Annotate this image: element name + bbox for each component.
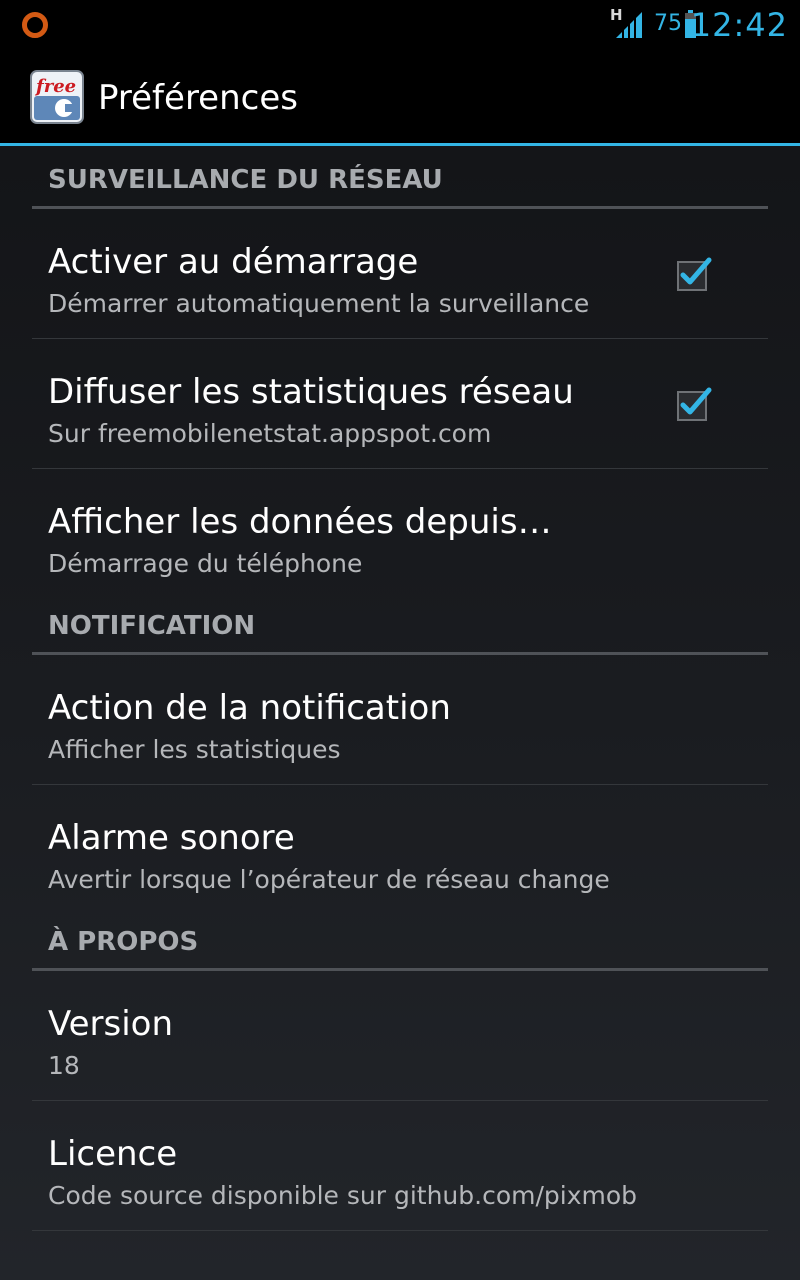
pref-title: Action de la notification	[48, 688, 451, 728]
pref-title: Afficher les données depuis…	[48, 502, 552, 542]
page-title: Préférences	[98, 78, 298, 118]
pref-title: Activer au démarrage	[48, 242, 419, 282]
category-header-notification: NOTIFICATION	[0, 595, 800, 655]
pref-show-data-since[interactable]: Afficher les données depuis… Démarrage d…	[32, 469, 768, 599]
status-bar: H 75 12:42	[0, 0, 800, 50]
pref-summary: Avertir lorsque l’opérateur de réseau ch…	[48, 865, 610, 894]
notification-circle-icon	[22, 12, 48, 38]
free-app-icon[interactable]: free	[30, 70, 84, 124]
signal-icon	[616, 12, 642, 38]
pref-version[interactable]: Version 18	[32, 971, 768, 1101]
category-label: NOTIFICATION	[48, 611, 256, 641]
pref-title: Licence	[48, 1134, 178, 1174]
pref-license[interactable]: Licence Code source disponible sur githu…	[32, 1101, 768, 1231]
action-bar: free Préférences	[0, 50, 800, 146]
pref-title: Diffuser les statistiques réseau	[48, 372, 574, 412]
pref-title: Version	[48, 1004, 174, 1044]
clock: 12:42	[690, 6, 788, 44]
category-header-network: SURVEILLANCE DU RÉSEAU	[0, 149, 800, 209]
pref-notification-action[interactable]: Action de la notification Afficher les s…	[32, 655, 768, 785]
pref-summary: Démarrer automatiquement la surveillance	[48, 289, 590, 318]
pref-summary: Afficher les statistiques	[48, 735, 341, 764]
pref-summary: Code source disponible sur github.com/pi…	[48, 1181, 638, 1210]
pref-title: Alarme sonore	[48, 818, 295, 858]
checkbox-share-statistics[interactable]	[676, 386, 712, 422]
pref-summary: Sur freemobilenetstat.appspot.com	[48, 419, 492, 448]
pref-summary: Démarrage du téléphone	[48, 549, 363, 578]
category-label: SURVEILLANCE DU RÉSEAU	[48, 165, 443, 195]
preference-list: SURVEILLANCE DU RÉSEAU Activer au démarr…	[0, 149, 800, 1231]
pref-sound-alarm[interactable]: Alarme sonore Avertir lorsque l’opérateu…	[32, 785, 768, 915]
pref-activate-on-boot[interactable]: Activer au démarrage Démarrer automatiqu…	[32, 209, 768, 339]
screen: H 75 12:42 free Préférences SURVEILLANCE…	[0, 0, 800, 1280]
pref-share-statistics[interactable]: Diffuser les statistiques réseau Sur fre…	[32, 339, 768, 469]
checkbox-activate-on-boot[interactable]	[676, 256, 712, 292]
battery-percent: 75	[654, 11, 682, 36]
category-label: À PROPOS	[48, 927, 199, 957]
app-icon-logo-text: free	[34, 76, 76, 97]
pref-summary: 18	[48, 1051, 80, 1080]
category-header-about: À PROPOS	[0, 911, 800, 971]
